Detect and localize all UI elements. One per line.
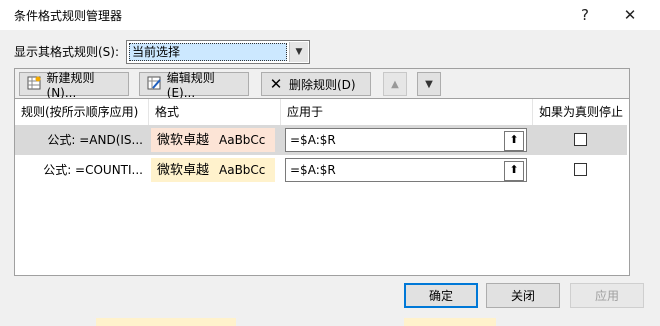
help-icon: ?: [581, 6, 589, 24]
preview-chinese: 微软卓越: [157, 163, 210, 178]
stop-if-true-checkbox[interactable]: [574, 163, 587, 176]
edit-rule-label: 编辑规则(E)...: [166, 70, 215, 100]
table-row[interactable]: 公式: =AND(IS... 微软卓越 AaBbCc =$A:$R ⬆: [15, 125, 627, 155]
ok-button[interactable]: 确定: [404, 283, 478, 308]
move-up-button[interactable]: ▲: [383, 72, 407, 96]
applies-to-field[interactable]: =$A:$R ⬆: [285, 158, 527, 182]
preview-latin: AaBbCc: [219, 163, 266, 177]
rule-toolbar: 新建规则(N)... 编辑规则(E)... ✕ 删除规则(D) ▲ ▼: [14, 68, 630, 100]
header-format[interactable]: 格式: [149, 99, 281, 125]
move-down-button[interactable]: ▼: [417, 72, 441, 96]
delete-x-icon: ✕: [269, 75, 283, 93]
show-rules-selected: 当前选择: [129, 43, 287, 61]
chevron-down-icon[interactable]: ▼: [289, 42, 308, 62]
edit-rule-icon: [146, 76, 162, 92]
window-title: 条件格式规则管理器: [14, 9, 123, 23]
rules-list: 规则(按所示顺序应用) 格式 应用于 如果为真则停止 公式: =AND(IS..…: [14, 98, 630, 276]
preview-latin: AaBbCc: [219, 133, 266, 147]
header-stop-if-true[interactable]: 如果为真则停止: [533, 99, 629, 125]
rule-formula: 公式: =AND(IS...: [47, 133, 143, 147]
background-cell: [404, 318, 496, 326]
title-bar: 条件格式规则管理器 ? ✕: [0, 0, 660, 30]
collapse-range-icon[interactable]: ⬆: [504, 161, 524, 181]
close-window-button[interactable]: ✕: [617, 2, 643, 28]
header-applies-to[interactable]: 应用于: [281, 99, 533, 125]
show-rules-dropdown[interactable]: 当前选择 ▼: [126, 40, 310, 64]
close-icon: ✕: [623, 6, 637, 24]
edit-rule-button[interactable]: 编辑规则(E)...: [139, 71, 249, 100]
preview-chinese: 微软卓越: [157, 133, 210, 148]
background-cell: [96, 318, 236, 326]
rule-formula: 公式: =COUNTI...: [43, 163, 143, 177]
header-rule[interactable]: 规则(按所示顺序应用): [15, 99, 149, 125]
applies-to-value: =$A:$R: [290, 133, 336, 147]
collapse-range-icon[interactable]: ⬆: [504, 131, 524, 151]
stop-if-true-checkbox[interactable]: [574, 133, 587, 146]
format-preview: 微软卓越 AaBbCc: [151, 128, 275, 152]
new-rule-button[interactable]: 新建规则(N)...: [19, 71, 129, 100]
applies-to-value: =$A:$R: [290, 163, 336, 177]
new-rule-label: 新建规则(N)...: [46, 70, 95, 100]
close-button[interactable]: 关闭: [486, 283, 560, 308]
arrow-up-icon: ▲: [391, 78, 399, 90]
delete-rule-label: 删除规则(D): [289, 77, 356, 92]
format-preview: 微软卓越 AaBbCc: [151, 158, 275, 182]
applies-to-field[interactable]: =$A:$R ⬆: [285, 128, 527, 152]
new-rule-icon: [26, 76, 42, 92]
apply-button[interactable]: 应用: [570, 283, 644, 308]
arrow-down-icon: ▼: [425, 78, 433, 90]
show-rules-label: 显示其格式规则(S):: [14, 45, 120, 59]
table-row[interactable]: 公式: =COUNTI... 微软卓越 AaBbCc =$A:$R ⬆: [15, 155, 627, 185]
delete-rule-button[interactable]: ✕ 删除规则(D): [261, 72, 371, 96]
help-button[interactable]: ?: [572, 2, 598, 28]
